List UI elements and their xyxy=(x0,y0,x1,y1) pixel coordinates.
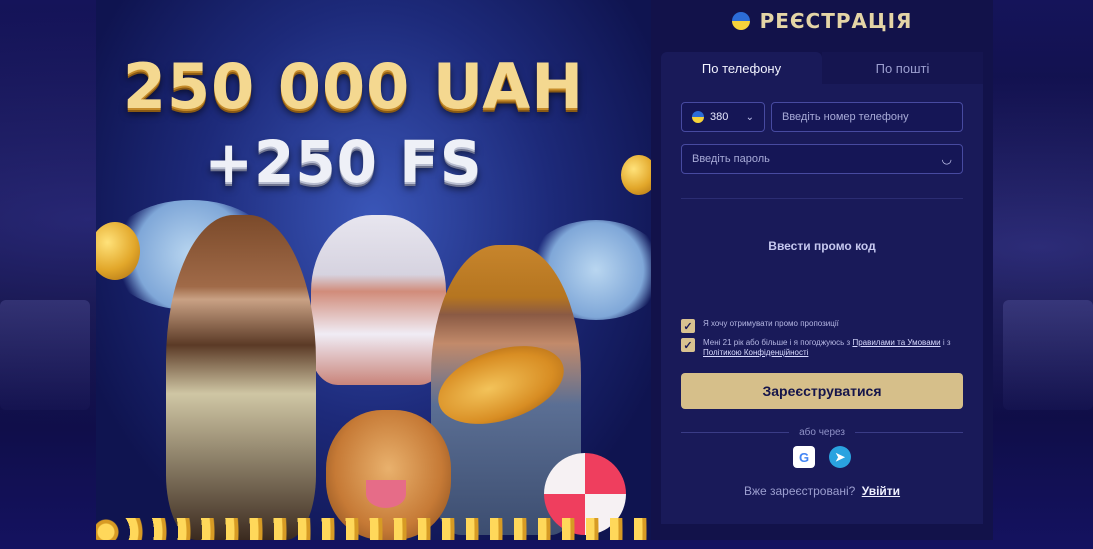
phone-field xyxy=(771,102,963,132)
bonus-amount-headline: 250 000 UAH xyxy=(122,50,585,123)
age-terms-consent: ✓ Мені 21 рік або більше і я погоджуюсь … xyxy=(681,338,963,358)
registration-panel: РЕЄСТРАЦІЯ По телефону По пошті 380 ⌄ ◡ xyxy=(651,0,993,540)
register-button[interactable]: Зареєструватися xyxy=(681,373,963,409)
bulldog-tongue xyxy=(366,480,406,508)
or-divider: або через xyxy=(681,427,964,438)
terms-link[interactable]: Правилами та Умовами xyxy=(852,338,940,347)
phone-row: 380 ⌄ xyxy=(681,102,963,132)
promo-banner: 250 000 UAH +250 FS xyxy=(96,0,651,540)
adventurer-character xyxy=(166,215,316,540)
login-prompt-text: Вже зареєстровані? xyxy=(743,484,856,498)
password-input[interactable] xyxy=(692,153,942,165)
country-code-select[interactable]: 380 ⌄ xyxy=(681,102,765,132)
age-terms-label: Мені 21 рік або більше і я погоджуюсь з … xyxy=(703,338,963,358)
promo-consent-checkbox[interactable]: ✓ xyxy=(681,319,695,333)
registration-modal: 250 000 UAH +250 FS РЕЄСТРАЦІЯ По телефо… xyxy=(96,0,993,540)
google-icon[interactable]: G xyxy=(793,446,815,468)
panel-header: РЕЄСТРАЦІЯ xyxy=(651,0,993,42)
registration-tabs: По телефону По пошті xyxy=(661,52,983,84)
chevron-down-icon: ⌄ xyxy=(745,111,754,123)
promo-consent: ✓ Я хочу отримувати промо пропозиції xyxy=(681,319,963,333)
gold-coins-pile xyxy=(96,518,651,540)
tab-phone[interactable]: По телефону xyxy=(661,52,822,84)
page-title: РЕЄСТРАЦІЯ xyxy=(759,9,913,33)
telegram-icon[interactable]: ➤ xyxy=(829,446,851,468)
promo-consent-label: Я хочу отримувати промо пропозиції xyxy=(703,319,839,328)
login-link[interactable]: Увійти xyxy=(862,484,900,498)
registration-form: 380 ⌄ ◡ Ввести промо код ✓ Я хочу отриму… xyxy=(661,84,983,524)
privacy-policy-link[interactable]: Політикою Конфіденційності xyxy=(703,348,808,357)
ukraine-flag-icon xyxy=(692,111,704,123)
or-label: або через xyxy=(799,427,845,438)
country-code-value: 380 xyxy=(710,111,729,123)
age-terms-checkbox[interactable]: ✓ xyxy=(681,338,695,352)
promo-code-link[interactable]: Ввести промо код xyxy=(681,239,963,253)
login-prompt: Вже зареєстровані? Увійти xyxy=(681,484,963,498)
password-field: ◡ xyxy=(681,144,963,174)
social-login-buttons: G ➤ xyxy=(681,446,963,468)
zeus-character xyxy=(311,215,446,385)
coin-decoration xyxy=(621,155,651,195)
divider xyxy=(681,198,963,199)
eye-closed-icon[interactable]: ◡ xyxy=(942,152,952,166)
age-terms-mid: і з xyxy=(942,338,951,347)
age-terms-prefix: Мені 21 рік або більше і я погоджуюсь з xyxy=(703,338,851,347)
tab-email[interactable]: По пошті xyxy=(822,52,983,84)
phone-input[interactable] xyxy=(782,111,952,123)
free-spins-headline: +250 FS xyxy=(204,128,483,196)
consent-checkboxes: ✓ Я хочу отримувати промо пропозиції ✓ М… xyxy=(681,319,963,358)
ukraine-flag-icon xyxy=(731,12,750,30)
